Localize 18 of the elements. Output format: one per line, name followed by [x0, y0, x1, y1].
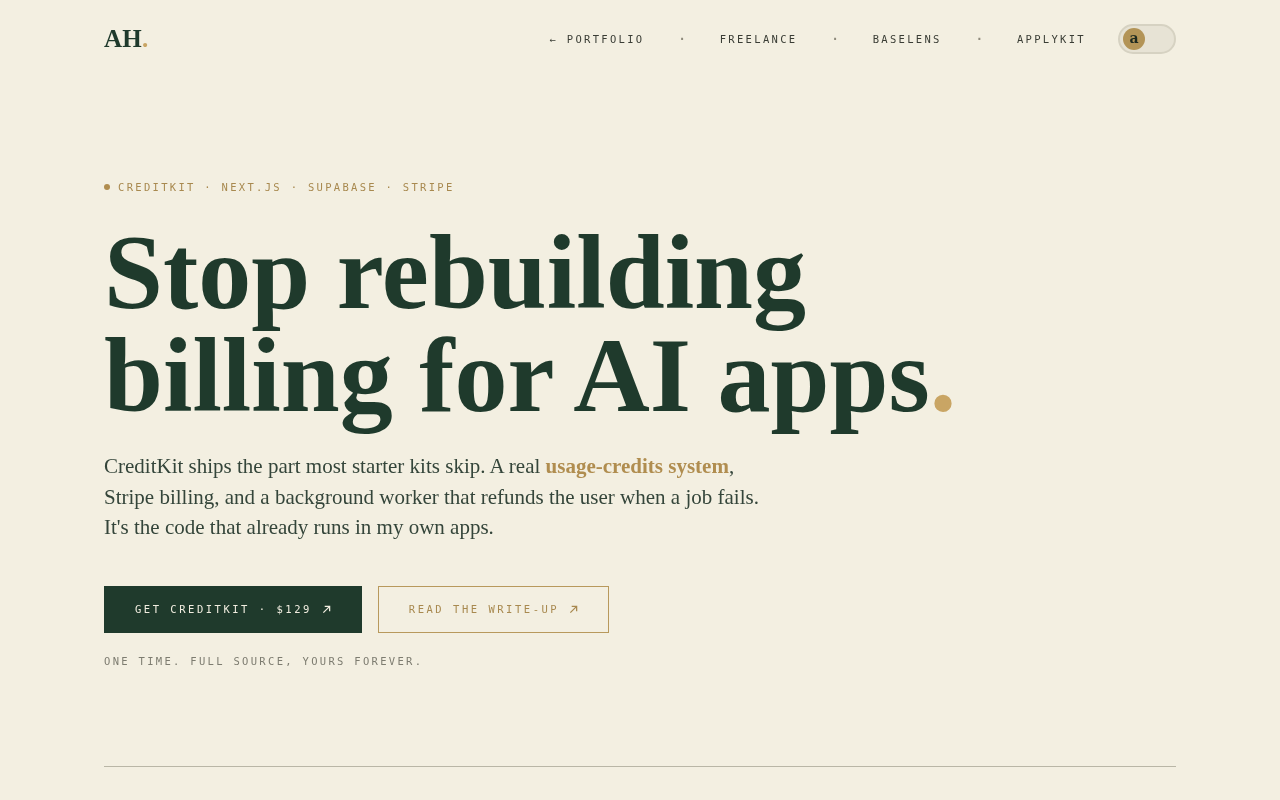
- arrow-up-right-icon: [569, 604, 579, 614]
- buy-button[interactable]: GET CREDITKIT · $129: [104, 585, 362, 633]
- eyebrow-text: CREDITKIT · NEXT.JS · SUPABASE · STRIPE: [118, 180, 455, 195]
- nav-link[interactable]: FREELANCE: [719, 32, 798, 46]
- nav-link[interactable]: APPLYKIT: [1016, 32, 1086, 46]
- nav-separator: ·: [975, 32, 983, 46]
- logo[interactable]: AH.: [104, 25, 149, 53]
- theme-toggle[interactable]: a: [1118, 24, 1176, 54]
- headline: Stop rebuilding billing for AI apps.: [104, 221, 957, 436]
- lead-paragraph: CreditKit ships the part most starter kits skip. A real usage-credits system, Stripe billing, and a background worker that refunds the user when a job fails. It's the code that already runs in my own apps.: [104, 453, 760, 541]
- arrow-up-right-icon: [321, 604, 331, 614]
- toggle-knob: a: [1123, 28, 1145, 50]
- dot-icon: [104, 184, 110, 190]
- nav-link[interactable]: ← PORTFOLIO: [549, 32, 645, 46]
- pricing-note: ONE TIME. FULL SOURCE, YOURS FOREVER.: [104, 653, 424, 669]
- nav-separator: ·: [831, 32, 839, 46]
- nav-link[interactable]: BASELENS: [872, 32, 942, 46]
- nav-separator: ·: [678, 32, 686, 46]
